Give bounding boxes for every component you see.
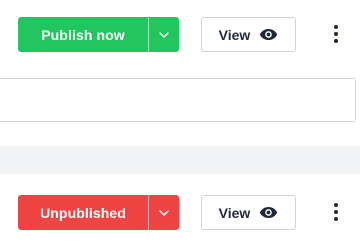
more-options-button[interactable] [328,200,344,224]
unpublished-options-button[interactable] [149,195,179,230]
publish-options-button[interactable] [149,17,179,52]
publish-now-label: Publish now [41,26,125,43]
publish-now-button[interactable]: Publish now [18,17,148,52]
unpublished-button[interactable]: Unpublished [18,195,148,230]
eye-icon [260,28,278,41]
more-dot [334,39,338,43]
chevron-down-icon [159,209,169,216]
more-dot [334,210,338,214]
unpublished-label: Unpublished [40,204,126,221]
view-button[interactable]: View [201,17,296,52]
section-divider [0,146,360,174]
more-dot [334,32,338,36]
more-vertical-icon [334,25,338,29]
more-dot [334,217,338,221]
chevron-down-icon [159,31,169,38]
unpublished-split-button: Unpublished [18,195,179,230]
eye-icon [260,206,278,219]
publish-split-button: Publish now [18,17,179,52]
view-button-label: View [218,204,251,221]
view-button-label: View [218,26,251,43]
view-button[interactable]: View [201,195,296,230]
more-options-button[interactable] [328,22,344,46]
text-input-field[interactable] [0,78,356,122]
more-vertical-icon [334,203,338,207]
